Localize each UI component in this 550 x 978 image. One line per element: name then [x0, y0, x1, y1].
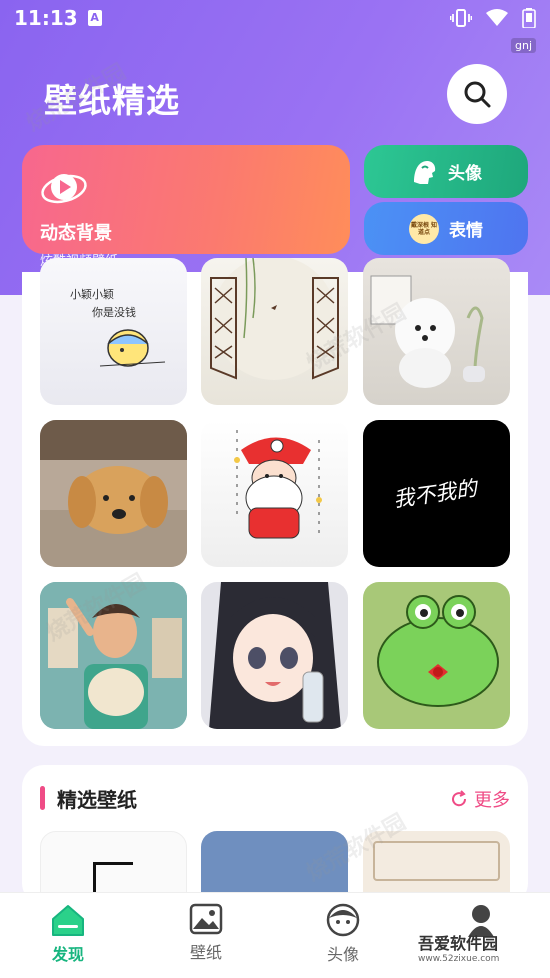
corner-watermark-main: 吾爱软件园: [418, 934, 499, 953]
nav-item-wallpaper[interactable]: 壁纸: [161, 903, 251, 963]
more-label: 更多: [474, 790, 510, 811]
wallpaper-tile-black-calligraphy[interactable]: 我不我的: [363, 420, 510, 567]
wallpaper-tile-willow-window[interactable]: [201, 258, 348, 405]
nav-item-avatar[interactable]: 头像: [298, 903, 388, 965]
debug-badge: gnj: [510, 38, 536, 53]
section-accent-bar: [40, 786, 45, 810]
nav-label-avatar: 头像: [326, 945, 359, 964]
emoji-category-label: 表情: [449, 221, 483, 241]
puppy-illustration: [370, 275, 485, 388]
image-icon: [189, 903, 223, 935]
wallpaper-tile-cartoon-man[interactable]: [40, 582, 187, 729]
head-silhouette-icon: [414, 160, 436, 184]
window-illustration: [210, 258, 339, 380]
status-bar: 11:13 A: [0, 0, 550, 36]
wallpaper-tile-golden-puppy[interactable]: [40, 420, 187, 567]
emoji-badge-icon: 戴深根 知道点: [409, 213, 439, 244]
dynamic-background-card[interactable]: 动态背景: [22, 145, 350, 254]
golden-puppy-illustration: [40, 420, 187, 567]
cartoon-man-illustration: [40, 582, 187, 729]
notification-app-icon: A: [87, 10, 102, 26]
emoji-category-button[interactable]: 戴深根 知道点 表情: [364, 202, 528, 255]
refresh-icon: [452, 790, 467, 807]
wallpaper-tile-santa[interactable]: [201, 420, 348, 567]
search-icon: [464, 81, 491, 108]
status-time: 11:13: [14, 6, 78, 30]
frog-illustration: [377, 595, 499, 707]
featured-wallpapers-card: 精选壁纸 更多: [22, 765, 528, 911]
vibrate-icon: [450, 9, 472, 27]
wallpaper-tile-cartoon-chick[interactable]: 小颖小颖 你是没钱: [40, 258, 187, 405]
corner-watermark-sub: www.52zixue.com: [418, 954, 500, 964]
nav-label-discover: 发现: [51, 945, 84, 964]
corner-watermark-logo: 吾爱软件园 www.52zixue.com: [418, 930, 499, 964]
nav-label-wallpaper: 壁纸: [189, 943, 222, 962]
wifi-icon: [486, 9, 508, 26]
avatar-category-label: 头像: [448, 164, 482, 184]
wallpaper-grid-card: 小颖小颖 你是没钱 我不我的: [22, 258, 528, 746]
featured-tile-shelf: [373, 841, 500, 881]
avatar-category-button[interactable]: 头像: [364, 145, 528, 198]
status-icons: [450, 8, 536, 28]
wallpaper-tile-green-frog[interactable]: [363, 582, 510, 729]
more-button[interactable]: 更多: [450, 786, 510, 812]
page-title: 壁纸精选: [44, 81, 180, 120]
video-play-icon: [41, 174, 87, 204]
face-icon: [326, 903, 360, 937]
tile-calligraphy-text: 我不我的: [391, 476, 479, 512]
chick-illustration: [99, 329, 166, 367]
search-button[interactable]: [447, 64, 507, 124]
battery-icon: [522, 8, 536, 28]
home-icon: [52, 905, 84, 936]
santa-illustration: [234, 430, 322, 539]
featured-section-title: 精选壁纸: [57, 788, 137, 812]
anime-girl-illustration: [209, 582, 341, 729]
dynamic-background-title: 动态背景: [40, 223, 112, 244]
wallpaper-tile-white-puppy[interactable]: [363, 258, 510, 405]
nav-item-discover[interactable]: 发现: [23, 903, 113, 965]
wallpaper-tile-anime-girl[interactable]: [201, 582, 348, 729]
emoji-badge-text: 戴深根 知道点: [410, 221, 438, 236]
